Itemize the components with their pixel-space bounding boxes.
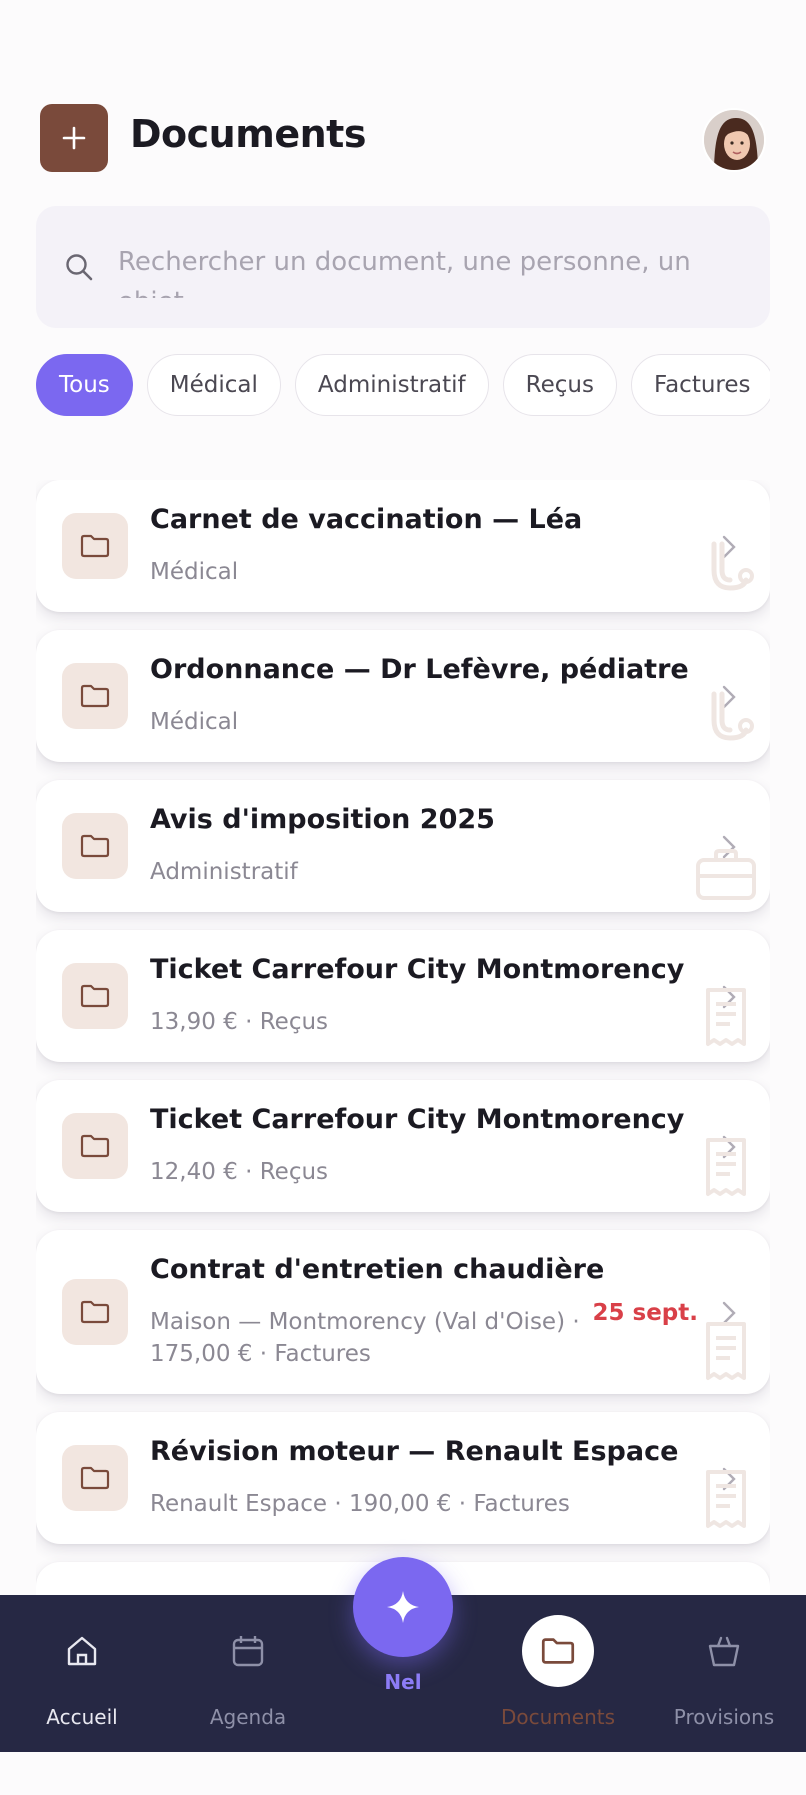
calendar-icon <box>232 1636 264 1667</box>
search-input[interactable]: Rechercher un document, une personne, un… <box>118 242 718 298</box>
add-document-button[interactable] <box>40 104 108 172</box>
folder-icon <box>80 834 110 858</box>
document-subtitle: 13,90 € · Reçus <box>150 1009 329 1035</box>
folder-icon-box <box>62 1445 128 1511</box>
document-card[interactable]: Avis d'imposition 2025 Administratif <box>36 780 770 912</box>
document-title: Carnet de vaccination — Léa <box>150 504 583 535</box>
receipt-icon <box>706 1470 746 1528</box>
document-title: Ordonnance — Dr Lefèvre, pédiatre <box>150 654 689 685</box>
document-card[interactable]: Révision moteur — Renault Espace Renault… <box>36 1412 770 1544</box>
filter-chip-administratif[interactable]: Administratif <box>294 354 489 416</box>
folder-icon <box>80 1134 110 1158</box>
receipt-icon <box>706 1322 746 1380</box>
document-card[interactable]: Ticket Carrefour City Montmorency 13,90 … <box>36 930 770 1062</box>
nav-item-agenda[interactable]: Agenda <box>178 1595 318 1752</box>
folder-icon <box>80 1300 110 1324</box>
document-list: Carnet de vaccination — Léa Médical Ordo… <box>36 480 770 1595</box>
document-card[interactable]: Ordonnance — Dr Lefèvre, pédiatre Médica… <box>36 630 770 762</box>
user-avatar-icon <box>704 110 764 170</box>
active-tab-indicator <box>522 1615 594 1687</box>
filter-chip-medical[interactable]: Médical <box>146 354 281 416</box>
document-card[interactable]: Carnet de vaccination — Léa Médical <box>36 480 770 612</box>
document-subtitle: Administratif <box>150 859 298 885</box>
home-icon <box>67 1636 97 1666</box>
document-subtitle-line2: 175,00 € · Factures <box>150 1341 371 1367</box>
filter-chip-factures[interactable]: Factures <box>630 354 770 416</box>
folder-icon <box>80 684 110 708</box>
document-card[interactable]: Contrat d'entretien chaudière Maison — M… <box>36 1230 770 1394</box>
page-header: Documents <box>40 104 766 176</box>
document-subtitle: Renault Espace · 190,00 € · Factures <box>150 1491 570 1517</box>
folder-icon-box <box>62 963 128 1029</box>
folder-icon <box>80 1466 110 1490</box>
page-title: Documents <box>130 112 366 156</box>
stethoscope-icon <box>711 691 754 741</box>
document-subtitle: Médical <box>150 709 239 735</box>
document-title: Ticket Carrefour City Montmorency <box>150 954 685 985</box>
folder-icon-box <box>62 663 128 729</box>
due-date-badge: 25 sept. <box>592 1300 699 1326</box>
nav-item-accueil[interactable]: Accueil <box>12 1595 152 1752</box>
document-subtitle-line1: Maison — Montmorency (Val d'Oise) · <box>150 1309 580 1335</box>
shopping-basket-icon <box>708 1636 740 1667</box>
system-bar-area <box>0 1752 806 1795</box>
sparkle-icon <box>387 1591 419 1623</box>
nav-label: Agenda <box>209 1705 287 1729</box>
document-card[interactable]: Ticket Carrefour City Montmorency 12,40 … <box>36 1080 770 1212</box>
document-title: Avis d'imposition 2025 <box>150 804 495 835</box>
stethoscope-icon <box>711 541 754 591</box>
nav-item-documents[interactable]: Documents <box>488 1595 628 1752</box>
receipt-icon <box>706 1138 746 1196</box>
filter-chip-recus[interactable]: Reçus <box>502 354 617 416</box>
folder-icon <box>80 984 110 1008</box>
document-title: Contrat d'entretien chaudière <box>150 1254 605 1285</box>
plus-icon <box>62 126 86 150</box>
search-bar[interactable]: Rechercher un document, une personne, un… <box>36 206 770 328</box>
folder-icon <box>80 534 110 558</box>
nel-assistant-button[interactable] <box>353 1557 453 1657</box>
folder-icon-box <box>62 513 128 579</box>
briefcase-icon <box>696 849 756 900</box>
document-title: Révision moteur — Renault Espace <box>150 1436 679 1467</box>
folder-icon-box <box>62 1113 128 1179</box>
nav-label: Documents <box>500 1705 616 1729</box>
folder-icon <box>541 1638 575 1664</box>
nav-label: Provisions <box>673 1705 775 1729</box>
receipt-icon <box>706 988 746 1046</box>
document-subtitle: Médical <box>150 559 239 585</box>
nav-label: Accueil <box>46 1705 118 1729</box>
document-title: Ticket Carrefour City Montmorency <box>150 1104 685 1135</box>
nel-label: Nel <box>384 1670 422 1694</box>
nav-item-provisions[interactable]: Provisions <box>654 1595 794 1752</box>
document-subtitle: 12,40 € · Reçus <box>150 1159 329 1185</box>
folder-icon-box <box>62 813 128 879</box>
search-icon <box>66 254 93 281</box>
filter-chip-tous[interactable]: Tous <box>36 354 133 416</box>
folder-icon-box <box>62 1279 128 1345</box>
filter-chips: Tous Médical Administratif Reçus Factures <box>36 354 770 418</box>
avatar[interactable] <box>702 108 766 172</box>
